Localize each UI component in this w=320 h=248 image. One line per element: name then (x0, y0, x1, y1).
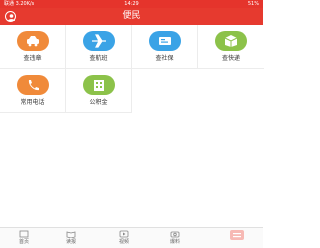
page-title: 便民 (122, 11, 141, 21)
building-icon (83, 75, 115, 95)
tab-home[interactable]: 首页 (4, 230, 44, 248)
car-icon (17, 31, 49, 51)
service-label: 公积金 (89, 99, 108, 106)
tab-label: 首页 (18, 239, 29, 245)
tab-label: 爆料 (169, 239, 180, 245)
box-icon (215, 31, 247, 51)
home-icon (19, 230, 29, 238)
service-phone[interactable]: 常用电话 (0, 69, 66, 113)
service-row: 常用电话 公积金 (0, 69, 263, 113)
status-battery: 51% (247, 1, 259, 7)
service-label: 查快递 (221, 55, 240, 62)
book-icon (66, 231, 76, 238)
tab-report[interactable]: 爆料 (155, 230, 195, 248)
bottom-tab-bar: 首页 读报 视频 爆料 (0, 227, 263, 248)
service-housing-fund[interactable]: 公积金 (66, 69, 132, 113)
service-row: 查违章 查航班 查社保 查快递 (0, 25, 264, 69)
service-flight[interactable]: 查航班 (66, 25, 132, 69)
service-label: 常用电话 (20, 99, 45, 106)
service-violation[interactable]: 查违章 (0, 25, 66, 69)
service-label: 查航班 (89, 55, 108, 62)
service-social-security[interactable]: 查社保 (132, 25, 198, 69)
tab-newspaper[interactable]: 读报 (51, 230, 91, 248)
service-label: 查违章 (23, 55, 42, 62)
plane-icon (83, 31, 115, 51)
phone-icon (17, 75, 49, 95)
camera-icon (170, 231, 180, 238)
tab-label: 读报 (65, 239, 76, 245)
more-icon (230, 230, 244, 240)
status-time: 14:29 (124, 1, 139, 7)
service-express[interactable]: 查快递 (198, 25, 264, 69)
status-bar: 联通 3.20K/s 14:29 51% (0, 0, 263, 8)
service-label: 查社保 (155, 55, 174, 62)
tab-more[interactable] (217, 230, 257, 248)
card-icon (149, 31, 181, 51)
video-icon (119, 230, 129, 238)
tab-video[interactable]: 视频 (104, 230, 144, 248)
tab-label: 视频 (118, 239, 129, 245)
app-header: 便民 (0, 8, 263, 25)
